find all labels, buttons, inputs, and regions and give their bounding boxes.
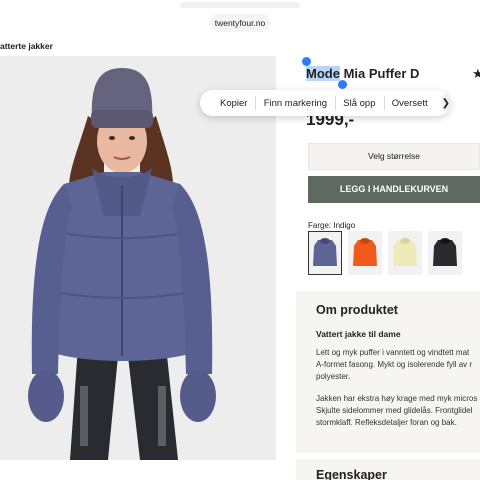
text-line: Skjulte sidelommer med glidelås. Frontgl… [316, 406, 473, 415]
text-selection-menu: Kopier Finn markering Slå opp Oversett ❯ [200, 90, 451, 116]
selection-start-handle[interactable] [302, 57, 311, 66]
title-rest: Mia Puffer D [339, 66, 420, 81]
add-to-cart-button[interactable]: LEGG I HANDLEKURVEN [308, 176, 480, 203]
about-subtitle: Vattert jakke til dame [316, 329, 401, 339]
jacket-thumbnail [393, 238, 417, 266]
color-swatch-orange[interactable] [348, 231, 382, 275]
menu-item-copy[interactable]: Kopier [212, 98, 255, 109]
text-line: polyester. [316, 372, 351, 381]
text-line: Jakken har ekstra høy krage med myk micr… [316, 394, 478, 403]
color-swatch-cream[interactable] [388, 231, 422, 275]
jacket-thumbnail [313, 238, 337, 266]
about-paragraph: Jakken har ekstra høy krage med myk micr… [316, 393, 480, 429]
faded-text [180, 2, 300, 8]
specs-title: Egenskaper [316, 468, 387, 480]
color-label: Farge: Indigo [308, 221, 356, 230]
jacket-thumbnail [353, 238, 377, 266]
menu-item-find-selection[interactable]: Finn markering [256, 98, 335, 109]
product-title: Mode Mia Puffer D [306, 66, 419, 81]
about-product-panel: Om produktet Vattert jakke til dame Lett… [296, 291, 480, 453]
menu-item-translate[interactable]: Oversett [384, 98, 436, 109]
size-select-button[interactable]: Velg størrelse [308, 143, 480, 170]
color-swatch-black[interactable] [428, 231, 462, 275]
model-photo [0, 56, 276, 460]
url-bar[interactable]: twentyfour.no [210, 14, 270, 32]
text-line: stormklaff. Refleksdetaljer foran og bak… [316, 418, 457, 427]
menu-item-look-up[interactable]: Slå opp [335, 98, 383, 109]
jacket-thumbnail [433, 238, 457, 266]
specs-panel[interactable]: Egenskaper [296, 459, 480, 480]
product-image[interactable] [0, 56, 276, 460]
text-line: Lett og myk puffer i vanntett og vindtet… [316, 348, 470, 357]
text-line: A-formet fasong. Mykt og isolerende fyll… [316, 360, 473, 369]
top-faded-header [0, 0, 480, 14]
about-paragraph: Lett og myk puffer i vanntett og vindtet… [316, 347, 480, 383]
color-swatch-indigo[interactable] [308, 231, 342, 275]
breadcrumb[interactable]: atterte jakker [0, 41, 53, 51]
selection-end-handle[interactable] [338, 80, 347, 89]
about-title: Om produktet [316, 303, 398, 317]
star-icon[interactable]: ★ [472, 66, 480, 82]
selected-text[interactable]: Mode [306, 66, 340, 81]
chevron-right-icon[interactable]: ❯ [441, 94, 451, 112]
